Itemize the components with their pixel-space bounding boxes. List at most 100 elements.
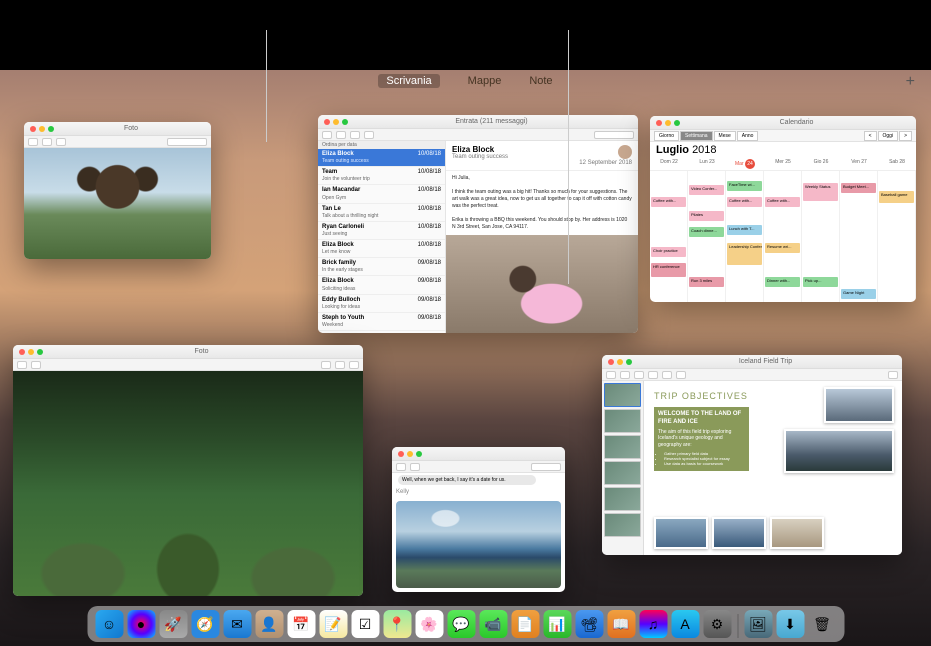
search-field[interactable] [167, 138, 207, 146]
mail-list-row[interactable]: Eliza Block10/08/18Let me know [318, 240, 445, 258]
calendar-event[interactable]: Game Night [841, 289, 876, 299]
search-input[interactable] [531, 463, 561, 471]
dock-facetime-icon[interactable]: 📹 [479, 610, 507, 638]
dock-finder-icon[interactable]: ☺ [95, 610, 123, 638]
calendar-event[interactable]: Lunch with T... [727, 225, 762, 235]
calendar-event[interactable]: Coffee with... [765, 197, 800, 207]
calendar-day-col: Sab 28 [878, 158, 916, 170]
calendar-event[interactable]: Resume wri... [765, 243, 800, 253]
calendar-event[interactable]: Leadership Conference [727, 243, 762, 265]
calendar-day-col: Gio 26 [802, 158, 840, 170]
dock-downloads-icon[interactable]: ⬇ [776, 610, 804, 638]
calendar-event[interactable]: HR conference [651, 263, 686, 277]
slide-canvas[interactable]: TRIP OBJECTIVES WELCOME TO THE LAND OF F… [644, 381, 902, 555]
window-title: Calendario [683, 119, 910, 126]
calendar-week-grid[interactable]: Coffee with... Choir practice HR conferenc… [650, 171, 916, 302]
slide-text-box[interactable]: WELCOME TO THE LAND OF FIRE AND ICE The … [654, 407, 749, 471]
dock-itunes-icon[interactable]: ♫ [639, 610, 667, 638]
calendar-event[interactable]: Choir practice [651, 247, 686, 257]
space-desktop[interactable]: Scrivania [378, 74, 439, 88]
dock-numbers-icon[interactable]: 📊 [543, 610, 571, 638]
mail-list-row[interactable]: Steph to Youth09/08/18Weekend [318, 313, 445, 331]
mail-list-row[interactable]: Brick family09/08/18In the early stages [318, 258, 445, 276]
slide-image[interactable] [712, 517, 766, 549]
calendar-event[interactable]: Pick up... [803, 277, 838, 287]
slide-thumb[interactable] [604, 461, 641, 485]
dock-trash-icon[interactable]: 🗑 [808, 610, 836, 638]
dock-screenshot-icon[interactable]: 🖼 [744, 610, 772, 638]
space-maps[interactable]: Mappe [468, 75, 502, 87]
slide-image[interactable] [770, 517, 824, 549]
dock-messages-icon[interactable]: 💬 [447, 610, 475, 638]
mail-list-row[interactable]: Fray Joffe09/08/18New in the info [318, 331, 445, 333]
window-keynote[interactable]: Iceland Field Trip TRIP OBJECTIVES WELCO… [602, 355, 902, 555]
calendar-day-col: Lun 23 [688, 158, 726, 170]
dock[interactable]: ☺●🚀🧭✉👤📅📝☑📍🌸💬📹📄📊📽📖♫A⚙ 🖼⬇🗑 [87, 606, 844, 642]
titlebar[interactable]: Entrata (211 messaggi) [318, 115, 638, 129]
mail-list-row[interactable]: Eliza Block10/08/18Team outing success [318, 149, 445, 167]
calendar-event[interactable]: Coffee with... [727, 197, 762, 207]
dock-pages-icon[interactable]: 📄 [511, 610, 539, 638]
dock-appstore-icon[interactable]: A [671, 610, 699, 638]
slide-title[interactable]: TRIP OBJECTIVES [654, 391, 748, 401]
dock-keynote-icon[interactable]: 📽 [575, 610, 603, 638]
traffic-lights[interactable] [30, 126, 54, 132]
mail-list-row[interactable]: Eddy Bulloch09/08/18Looking for ideas [318, 295, 445, 313]
slide-thumb[interactable] [604, 487, 641, 511]
search-input[interactable] [594, 131, 634, 139]
calendar-event[interactable]: Run 3 miles [689, 277, 724, 287]
slide-image[interactable] [784, 429, 894, 473]
dock-launchpad-icon[interactable]: 🚀 [159, 610, 187, 638]
message-bubble: Well, when we get back, I say it's a dat… [398, 475, 536, 485]
calendar-event[interactable]: Weekly Status [803, 183, 838, 201]
mail-list-row[interactable]: Ryan Carloneli10/08/18Just seeing [318, 222, 445, 240]
calendar-event[interactable]: Budget Meet... [841, 183, 876, 193]
slide-thumb[interactable] [604, 435, 641, 459]
dock-safari-icon[interactable]: 🧭 [191, 610, 219, 638]
dock-contacts-icon[interactable]: 👤 [255, 610, 283, 638]
window-mail[interactable]: Entrata (211 messaggi) Ordina per data E… [318, 115, 638, 333]
slide-thumb[interactable] [604, 409, 641, 433]
dock-siri-icon[interactable]: ● [127, 610, 155, 638]
dock-calendar-icon[interactable]: 📅 [287, 610, 315, 638]
mail-date: 12 September 2018 [579, 160, 632, 166]
mail-list-row[interactable]: Eliza Block09/08/18Soliciting ideas [318, 276, 445, 294]
slide-thumb[interactable] [604, 383, 641, 407]
calendar-event[interactable]: Coach dinne... [689, 227, 724, 237]
window-calendar[interactable]: Calendario Giorno Settimana Mese Anno < … [650, 116, 916, 302]
dock-preferences-icon[interactable]: ⚙ [703, 610, 731, 638]
view-segmented-control[interactable]: Giorno Settimana Mese Anno [654, 131, 758, 141]
mail-list-row[interactable]: Ian Macandar10/08/18Open Gym [318, 185, 445, 203]
dock-notes-icon[interactable]: 📝 [319, 610, 347, 638]
calendar-event[interactable]: Pilates [689, 211, 724, 221]
slide-navigator[interactable] [602, 381, 644, 555]
add-space-button[interactable]: + [906, 73, 915, 91]
dock-ibooks-icon[interactable]: 📖 [607, 610, 635, 638]
mail-list-row[interactable]: Team10/08/18Join the volunteer trip [318, 167, 445, 185]
window-messages[interactable]: Well, when we get back, I say it's a dat… [392, 447, 565, 592]
slide-thumb[interactable] [604, 513, 641, 537]
slide-image[interactable] [824, 387, 894, 423]
mail-reading-pane: Eliza Block Team outing success 12 Septe… [446, 141, 638, 333]
mail-list-row[interactable]: Tan Le10/08/18Talk about a thrilling nig… [318, 204, 445, 222]
tool-button[interactable] [42, 138, 52, 146]
mail-message-list[interactable]: Ordina per data Eliza Block10/08/18Team … [318, 141, 446, 333]
space-notes[interactable]: Note [529, 75, 552, 87]
dock-maps-icon[interactable]: 📍 [383, 610, 411, 638]
dock-photos-icon[interactable]: 🌸 [415, 610, 443, 638]
slide-image[interactable] [654, 517, 708, 549]
calendar-event[interactable]: Coffee with... [651, 197, 686, 207]
dock-reminders-icon[interactable]: ☑ [351, 610, 379, 638]
window-photos[interactable]: Foto [13, 345, 363, 596]
titlebar[interactable]: Foto [24, 122, 211, 136]
calendar-event[interactable]: Video Confer... [689, 185, 724, 195]
window-preview[interactable]: Foto [24, 122, 211, 259]
tool-button[interactable] [56, 138, 66, 146]
nav-control[interactable]: < Oggi > [864, 131, 912, 141]
dock-mail-icon[interactable]: ✉ [223, 610, 251, 638]
calendar-event[interactable]: FaceTime wi... [727, 181, 762, 191]
calendar-event[interactable]: Baseball game [879, 191, 914, 203]
tool-button[interactable] [28, 138, 38, 146]
sort-label[interactable]: Ordina per data [318, 141, 445, 149]
calendar-event[interactable]: Dinner with... [765, 277, 800, 287]
